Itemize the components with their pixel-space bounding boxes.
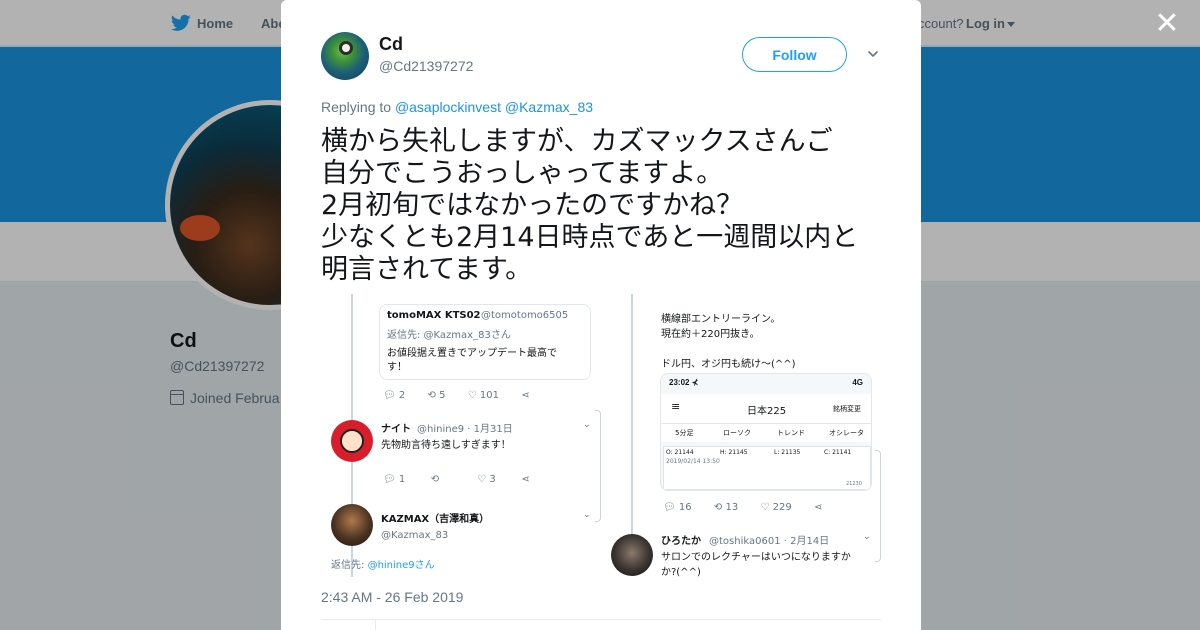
- right-text-line3: ドル円、オジ円も続け～(^^): [661, 359, 796, 370]
- reply1-avatar: [331, 420, 373, 462]
- reply-icon: 💬︎: [383, 390, 396, 401]
- reply2-avatar: [331, 504, 373, 546]
- right-reply-text-line1: サロンでのレクチャーはいつになりますか: [661, 552, 851, 563]
- action-row: 💬︎ 1 ⟲ ♡ 3 ⋖: [383, 474, 530, 485]
- reply-count: 2: [398, 390, 406, 401]
- tweet-timestamp[interactable]: 2:43 AM - 26 Feb 2019: [321, 589, 463, 605]
- thread-line: [631, 294, 633, 534]
- like-count: 229: [772, 502, 792, 513]
- tweet-modal: Cd @Cd21397272 Follow Replying to @asapl…: [281, 0, 921, 630]
- tweet-author-handle[interactable]: @Cd21397272: [379, 58, 473, 74]
- chart-date: 2019/02/14 13:50: [666, 458, 720, 465]
- retweet-count: 5: [439, 390, 446, 401]
- ohlc-close: C: 21141: [824, 449, 852, 456]
- right-reply-handle: @toshika0601 · 2月14日: [709, 536, 830, 547]
- action-row: 💬︎ 16 ⟲ 13 ♡ 229 ⋖: [663, 502, 822, 513]
- retweet-icon: ⟲: [430, 474, 440, 485]
- reply2-reply-to: 返信先: @hinine9さん: [331, 556, 435, 571]
- quoted-handle: @tomotomo6505: [481, 310, 569, 321]
- hamburger-icon: ≡: [671, 400, 681, 413]
- ohlc-high: H: 21145: [720, 449, 748, 456]
- like-count: 3: [489, 474, 496, 485]
- reply1-text: 先物助言待ち遠しすぎます！: [381, 440, 511, 451]
- ohlc-low: L: 21135: [774, 449, 801, 456]
- replying-to-label: Replying to: [321, 99, 392, 115]
- chevron-down-icon: ⌄: [583, 510, 591, 520]
- replying-to: Replying to @asaplockinvest @Kazmax_83: [321, 99, 593, 115]
- share-icon: ⋖: [521, 390, 530, 401]
- reply2-reply-to-label: 返信先:: [331, 560, 368, 571]
- phone-action: 銘柄変更: [833, 405, 861, 413]
- chevron-down-icon: ⌄: [863, 532, 871, 542]
- phone-tab: 5分足: [675, 429, 694, 437]
- avatar-eye-shape: [339, 41, 353, 55]
- share-icon: ⋖: [813, 502, 823, 513]
- tweet-text: 横から失礼しますが、カズマックスさんご 自分でこうおっしゃってますよ。 2月初旬…: [321, 126, 859, 285]
- reply-count: 1: [398, 474, 406, 485]
- reply2-name: KAZMAX（吉澤和真）: [381, 514, 490, 525]
- like-icon: ♡: [467, 390, 477, 401]
- thread-bracket: [875, 450, 881, 562]
- retweet-count: 13: [725, 502, 739, 513]
- ohlc-open: O: 21144: [666, 449, 694, 456]
- like-icon: ♡: [477, 474, 487, 485]
- mention-link[interactable]: @asaplockinvest: [395, 99, 501, 115]
- chevron-down-icon: ⌄: [583, 420, 591, 430]
- phone-signal: 4G: [852, 378, 863, 387]
- right-reply-text-line2: か?(^^): [661, 567, 701, 577]
- divider: [321, 619, 881, 620]
- thread-bracket: [595, 410, 601, 522]
- phone-tab: ローソク: [723, 429, 751, 437]
- reply2-reply-to-mention: @hinine9さん: [367, 560, 435, 571]
- follow-button[interactable]: Follow: [742, 37, 847, 72]
- reply-count: 16: [678, 502, 692, 513]
- phone-screenshot: 23:02 ⊀ 4G ≡ 日本225 銘柄変更 5分足 ローソク トレンド オシ…: [660, 373, 872, 491]
- tweet-attached-image[interactable]: tomoMAX KTS02 @tomotomo6505 返信先: @Kazmax…: [321, 294, 881, 577]
- chevron-down-icon[interactable]: [867, 48, 879, 60]
- quoted-text-line1: お値段据え置きでアップデート最高で: [387, 348, 557, 359]
- reply2-handle: @Kazmax_83: [381, 530, 449, 541]
- divider: [375, 620, 376, 630]
- tweet-author-name[interactable]: Cd: [379, 34, 403, 55]
- like-count: 101: [479, 390, 499, 401]
- right-text-line1: 横線部エントリーライン。: [661, 314, 781, 325]
- phone-chart: O: 21144 H: 21145 L: 21135 C: 21141 2019…: [663, 446, 871, 490]
- reply1-handle: @hinine9 · 1月31日: [417, 424, 513, 435]
- phone-time: 23:02 ⊀: [669, 378, 699, 387]
- like-icon: ♡: [760, 502, 770, 513]
- phone-app-header: ≡ 日本225 銘柄変更: [661, 394, 871, 424]
- retweet-icon: ⟲: [427, 390, 436, 401]
- phone-tabs: 5分足 ローソク トレンド オシレータ: [661, 424, 871, 442]
- right-text-line2: 現在約＋220円抜き。: [661, 329, 760, 340]
- quoted-reply-to: 返信先: @Kazmax_83さん: [387, 330, 511, 341]
- close-icon[interactable]: ✕: [1154, 9, 1180, 39]
- quoted-author: tomoMAX KTS02: [387, 310, 481, 321]
- retweet-icon: ⟲: [713, 502, 723, 513]
- phone-status-bar: 23:02 ⊀ 4G: [661, 374, 871, 392]
- tweet-author-avatar[interactable]: [321, 32, 369, 80]
- quoted-text-line2: す！: [387, 362, 407, 373]
- mention-link[interactable]: @Kazmax_83: [505, 99, 593, 115]
- phone-tab: トレンド: [777, 429, 805, 437]
- action-row: 💬︎ 2 ⟲ 5 ♡ 101 ⋖: [383, 390, 530, 401]
- reply1-name: ナイト: [381, 424, 411, 435]
- reply-icon: 💬︎: [663, 502, 676, 513]
- phone-title: 日本225: [747, 406, 787, 417]
- phone-tab: オシレータ: [829, 429, 864, 437]
- right-reply-name: ひろたか: [661, 536, 701, 547]
- right-reply-avatar: [611, 534, 653, 576]
- share-icon: ⋖: [521, 474, 530, 485]
- reply-icon: 💬︎: [383, 474, 396, 485]
- chart-level: 21230: [846, 481, 862, 487]
